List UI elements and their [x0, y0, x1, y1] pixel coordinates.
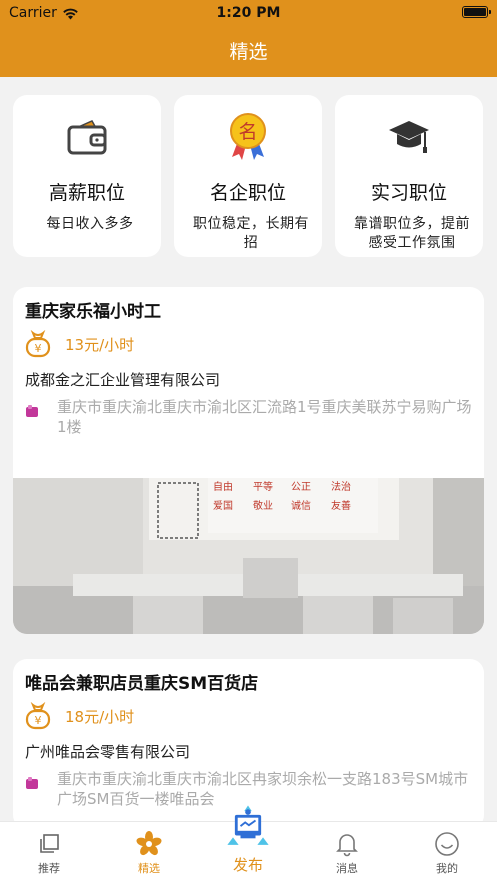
location-icon	[26, 777, 38, 789]
category-title: 高薪职位	[48, 182, 125, 204]
svg-text:友善: 友善	[331, 499, 351, 512]
category-subtitle: 职位稳定，长期有招	[193, 216, 309, 251]
tab-featured[interactable]: 精选	[119, 830, 179, 876]
category-card-famous-company[interactable]: 名 名企职位 职位稳定，长期有招	[174, 95, 322, 257]
category-subtitle: 靠谱职位多，提前感受工作氛围	[354, 216, 470, 251]
tab-label: 推荐	[38, 862, 60, 875]
bell-icon	[317, 830, 377, 858]
tab-label: 发布	[232, 856, 263, 874]
battery-icon	[462, 6, 491, 18]
svg-text:法治: 法治	[331, 480, 351, 493]
tab-bar: 推荐 精选 发布 消息 我的	[0, 805, 497, 883]
category-title: 名企职位	[209, 182, 286, 204]
svg-text:¥: ¥	[35, 342, 42, 355]
category-row: 高薪职位 每日收入多多 名 名企职位 职位稳定，长期有招 实习职位 靠谱职位多，…	[13, 95, 484, 257]
category-card-high-salary[interactable]: 高薪职位 每日收入多多	[13, 95, 161, 257]
tab-profile[interactable]: 我的	[417, 830, 477, 876]
job-address: 重庆市重庆渝北重庆市渝北区冉家坝余松一支路183号SM城市广场SM百货一楼唯品会	[57, 770, 469, 808]
page-title: 精选	[229, 41, 268, 63]
status-time: 1:20 PM	[216, 5, 281, 21]
svg-text:自由: 自由	[213, 480, 233, 493]
job-address: 重庆市重庆渝北重庆市渝北区汇流路1号重庆美联苏宁易购广场1楼	[57, 398, 472, 436]
tab-recommend[interactable]: 推荐	[19, 830, 79, 876]
job-title: 重庆家乐福小时工	[25, 302, 161, 322]
company-name: 成都金之汇企业管理有限公司	[25, 371, 221, 389]
wallet-icon	[13, 115, 161, 159]
svg-text:公正: 公正	[291, 482, 311, 493]
graduation-cap-icon	[335, 115, 483, 159]
svg-text:爱国: 爱国	[213, 499, 233, 512]
job-title: 唯品会兼职店员重庆SM百货店	[25, 674, 259, 694]
tab-publish[interactable]: 发布	[218, 804, 278, 875]
tab-label: 消息	[336, 862, 358, 875]
publish-icon	[218, 804, 278, 852]
category-title: 实习职位	[370, 182, 447, 204]
tab-label: 精选	[138, 862, 160, 875]
category-subtitle: 每日收入多多	[46, 216, 134, 232]
svg-text:敬业: 敬业	[253, 499, 273, 512]
category-card-internship[interactable]: 实习职位 靠谱职位多，提前感受工作氛围	[335, 95, 483, 257]
medal-char: 名	[238, 121, 257, 143]
salary-text: 13元/小时	[65, 335, 135, 354]
job-card[interactable]: 重庆家乐福小时工 ¥ 13元/小时 成都金之汇企业管理有限公司 重庆市重庆渝北重…	[13, 287, 484, 634]
job-photo: 自由 平等 公正 法治 爱国 敬业 诚信 友善	[13, 478, 484, 634]
company-name: 广州唯品会零售有限公司	[25, 743, 191, 761]
flower-icon	[119, 830, 179, 858]
svg-text:¥: ¥	[35, 714, 42, 727]
smile-icon	[417, 830, 477, 858]
medal-icon: 名	[174, 113, 322, 160]
location-icon	[26, 405, 38, 417]
salary-text: 18元/小时	[65, 707, 135, 726]
tab-label: 我的	[436, 862, 458, 875]
money-bag-icon: ¥	[25, 330, 51, 358]
copy-icon	[19, 830, 79, 858]
money-bag-icon: ¥	[25, 702, 51, 730]
status-bar: Carrier 1:20 PM	[0, 0, 497, 26]
svg-text:诚信: 诚信	[291, 500, 311, 512]
svg-text:平等: 平等	[253, 480, 273, 493]
top-header: Carrier 1:20 PM 精选	[0, 0, 497, 77]
tab-messages[interactable]: 消息	[317, 830, 377, 876]
